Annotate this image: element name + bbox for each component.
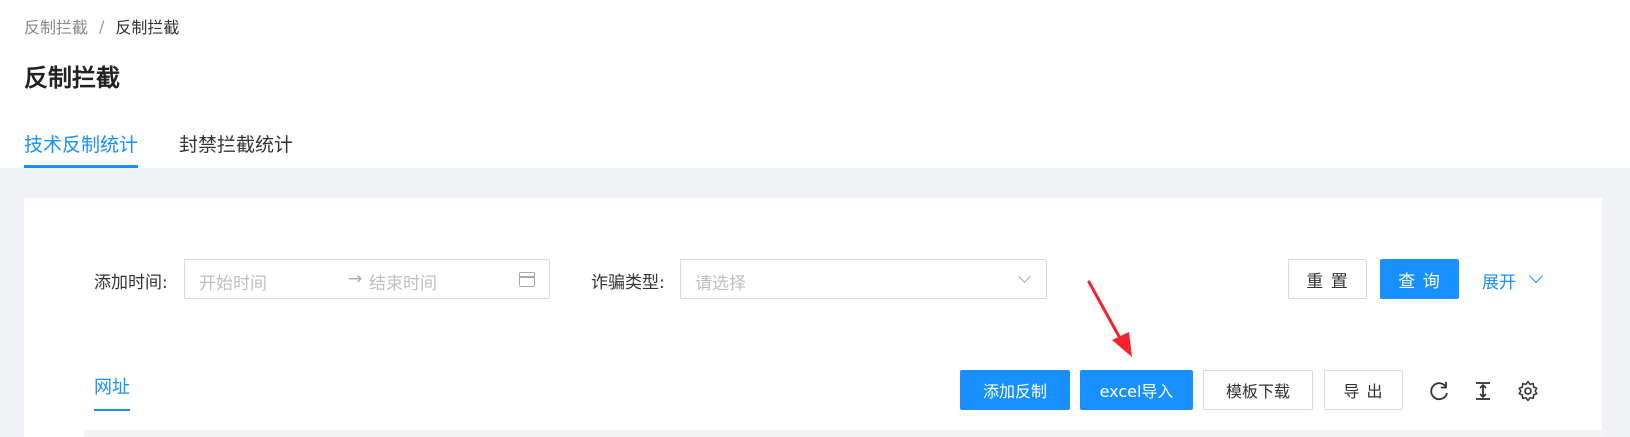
add-countermeasure-button[interactable]: 添加反制 [960, 370, 1070, 410]
range-arrow-icon: → [348, 269, 363, 289]
excel-import-button[interactable]: excel导入 [1080, 370, 1193, 410]
column-height-icon[interactable] [1472, 380, 1494, 402]
breadcrumb-current: 反制拦截 [115, 18, 180, 37]
tab-ban-intercept-stats[interactable]: 封禁拦截统计 [179, 130, 293, 168]
end-date-input[interactable]: 结束时间 [369, 269, 437, 294]
tab-tech-countermeasure-stats[interactable]: 技术反制统计 [24, 130, 139, 168]
table-header-strip [84, 430, 1602, 437]
page-title: 反制拦截 [24, 64, 120, 92]
calendar-icon[interactable] [519, 272, 535, 287]
template-download-button[interactable]: 模板下载 [1203, 370, 1313, 410]
query-button[interactable]: 查 询 [1380, 259, 1459, 299]
breadcrumb: 反制拦截 / 反制拦截 [24, 14, 179, 38]
refresh-icon[interactable] [1428, 380, 1450, 402]
settings-icon[interactable] [1517, 380, 1539, 402]
breadcrumb-parent-link[interactable]: 反制拦截 [24, 14, 88, 38]
fraud-type-label: 诈骗类型: [591, 273, 665, 293]
reset-button[interactable]: 重 置 [1288, 259, 1367, 299]
expand-link[interactable]: 展开 [1482, 268, 1516, 293]
export-button[interactable]: 导 出 [1324, 370, 1403, 410]
date-range-picker[interactable]: 开始时间 → 结束时间 [184, 259, 550, 299]
breadcrumb-separator: / [99, 16, 105, 36]
sub-tab-url[interactable]: 网址 [94, 373, 130, 411]
add-time-label: 添加时间: [94, 273, 168, 293]
fraud-type-placeholder: 请选择 [695, 274, 746, 294]
chevron-down-icon [1018, 270, 1031, 283]
tab-bar: 技术反制统计 封禁拦截统计 [24, 130, 293, 168]
fraud-type-select[interactable]: 请选择 [680, 259, 1047, 299]
page-header: 反制拦截 / 反制拦截 反制拦截 技术反制统计 封禁拦截统计 [0, 0, 1630, 168]
start-date-input[interactable]: 开始时间 [199, 269, 267, 294]
